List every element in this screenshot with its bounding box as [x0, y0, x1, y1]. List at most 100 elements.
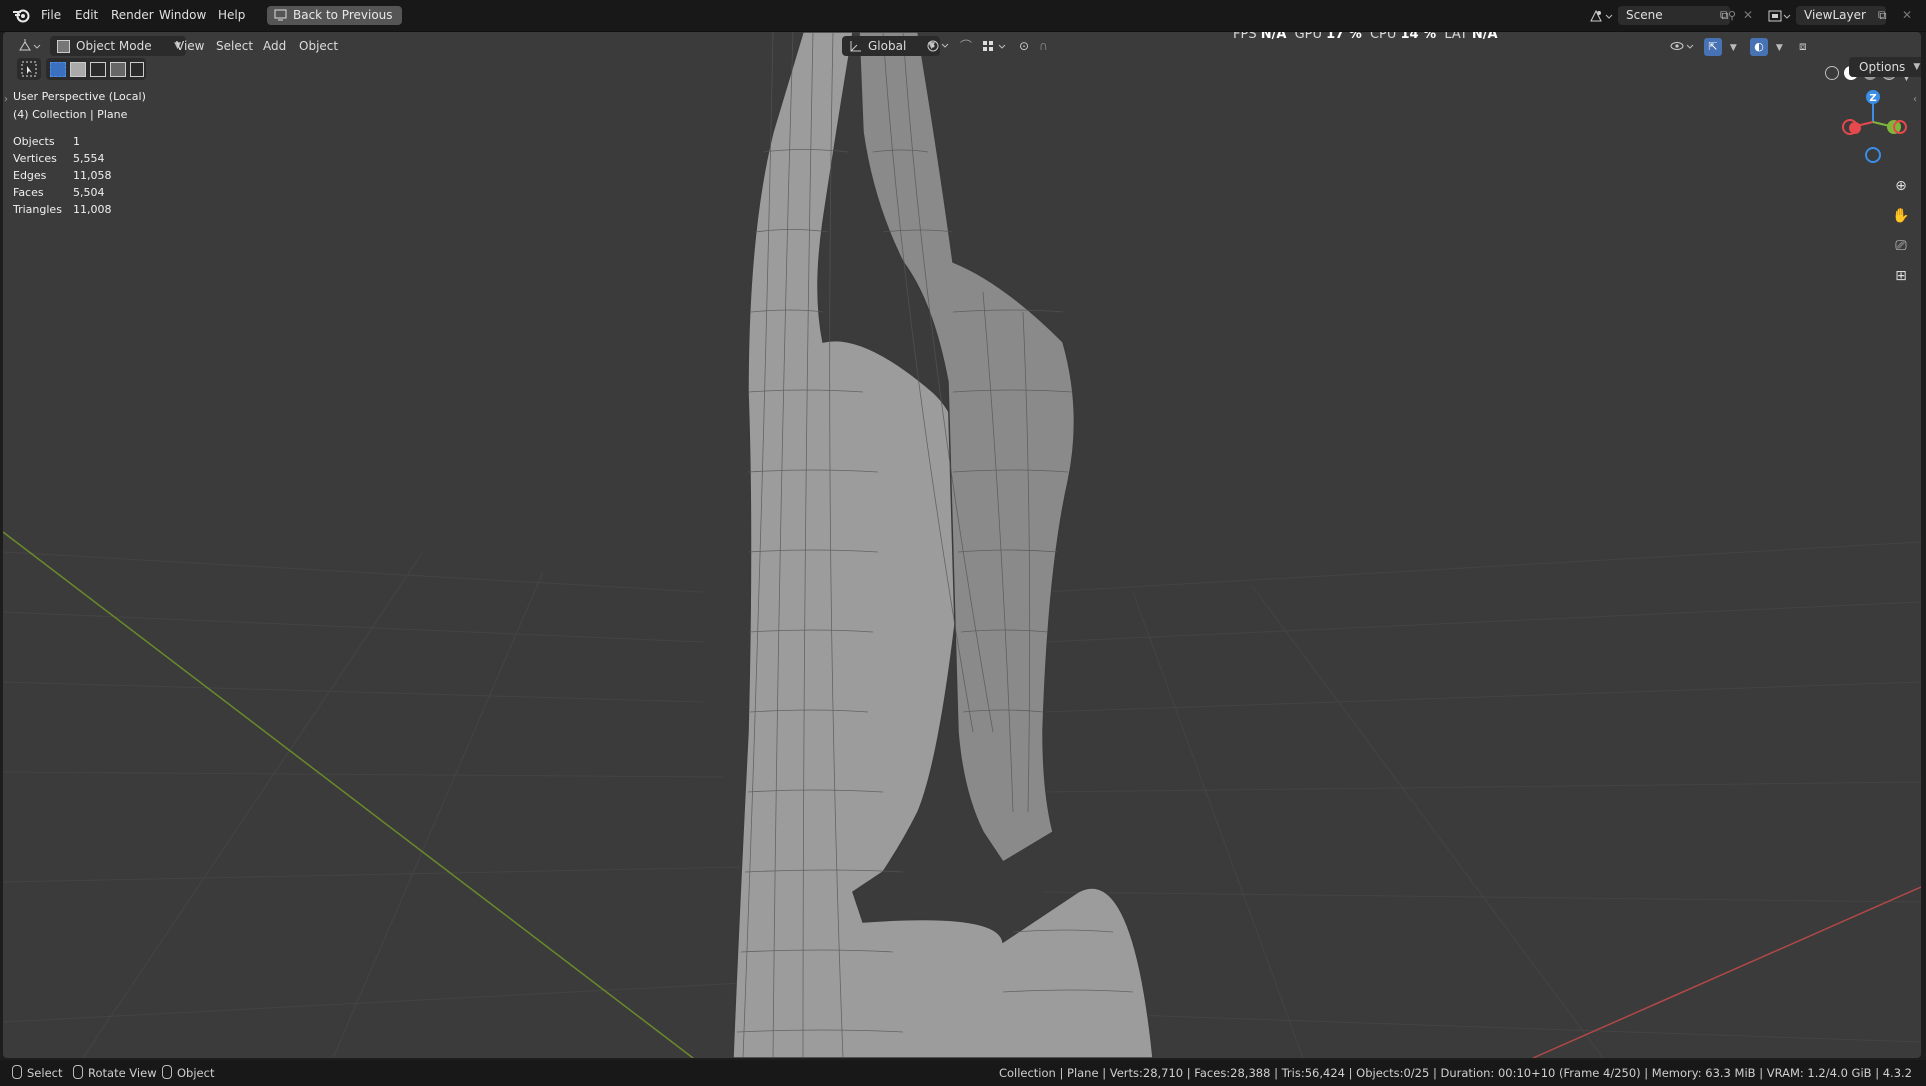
toolbar-toggle-icon[interactable]: › — [4, 94, 8, 105]
menu-edit[interactable]: Edit — [71, 6, 102, 25]
y-axis-line — [3, 531, 694, 1058]
object-mode-icon — [57, 40, 70, 53]
view-name: User Perspective (Local) — [13, 90, 146, 103]
menu-object[interactable]: Object — [295, 36, 342, 56]
3d-view-icon — [19, 39, 41, 51]
back-to-previous-button[interactable]: Back to Previous — [267, 6, 402, 25]
wireframe-shading-icon[interactable] — [1825, 66, 1839, 80]
viewlayer-name-field[interactable]: ViewLayer — [1796, 6, 1886, 25]
pan-hand-icon[interactable]: ✋ — [1888, 203, 1914, 229]
delete-viewlayer-icon[interactable]: ✕ — [1902, 6, 1912, 25]
perspective-grid-icon[interactable]: ⊞ — [1888, 263, 1914, 289]
xray-toggle-icon[interactable]: ⧈ — [1799, 36, 1807, 56]
viewlayer-icon — [1768, 10, 1791, 22]
status-rotate-label: Rotate View — [88, 1066, 157, 1080]
snap-toggle-icon[interactable]: ⌒ — [960, 36, 972, 56]
stat-label: Vertices — [13, 152, 57, 165]
new-scene-icon[interactable]: ⧉ — [1720, 6, 1729, 25]
overlay-toggle-button[interactable]: ◐ ▼ — [1750, 36, 1788, 56]
gizmo-x-axis — [1849, 122, 1861, 134]
stats-row-edges: Edges 11,058 — [13, 167, 112, 184]
options-label: Options — [1859, 60, 1906, 74]
mouse-middle-icon — [73, 1065, 83, 1079]
sidebar-toggle-icon[interactable]: ‹ — [1913, 94, 1917, 105]
stat-value: 1 — [73, 135, 80, 148]
eye-icon — [1670, 42, 1694, 50]
gizmo-toggle-button[interactable]: ⇱ ▼ — [1704, 36, 1742, 56]
stat-value: 11,008 — [73, 203, 112, 216]
intersect-selection-icon[interactable] — [130, 62, 144, 77]
mouse-left-icon — [12, 1065, 22, 1079]
menu-select[interactable]: Select — [212, 36, 257, 56]
stat-label: Faces — [13, 186, 44, 199]
invert-selection-icon[interactable] — [110, 62, 126, 77]
camera-view-icon[interactable]: ⎚ — [1888, 233, 1914, 259]
navigation-gizmo[interactable]: Z — [1838, 87, 1908, 167]
new-viewlayer-icon[interactable]: ⧉ — [1878, 6, 1887, 25]
pivot-point-button[interactable] — [924, 36, 954, 56]
viewlayer-browse-button[interactable] — [1767, 6, 1795, 25]
3d-viewport[interactable]: Object Mode ▼ View Select Add Object Glo… — [3, 32, 1921, 1058]
stats-row-vertices: Vertices 5,554 — [13, 150, 112, 167]
options-dropdown[interactable]: Options ▼ — [1849, 57, 1921, 77]
scene-browse-button[interactable] — [1588, 6, 1618, 25]
status-select-hint: Select — [12, 1065, 62, 1081]
snap-target-button[interactable] — [980, 36, 1010, 56]
menu-window[interactable]: Window — [155, 6, 210, 25]
menu-render[interactable]: Render — [107, 6, 158, 25]
visibility-button[interactable] — [1669, 36, 1699, 56]
menu-file[interactable]: File — [37, 6, 65, 25]
select-box-tool[interactable] — [17, 58, 41, 80]
zoom-icon[interactable]: ⊕ — [1888, 173, 1914, 199]
lat-value: N/A — [1471, 32, 1498, 42]
stats-row-objects: Objects 1 — [13, 133, 112, 150]
axis-icon — [850, 41, 861, 52]
viewlayer-name-value: ViewLayer — [1804, 8, 1866, 22]
pin-icon[interactable]: ⚲ — [1728, 6, 1736, 25]
stat-label: Edges — [13, 169, 47, 182]
new-selection-icon[interactable] — [50, 62, 66, 77]
falloff-icon[interactable]: ∩ — [1039, 36, 1048, 56]
viewport-scene[interactable] — [3, 32, 1921, 1058]
back-to-previous-label: Back to Previous — [293, 8, 393, 22]
subtract-selection-icon[interactable] — [90, 62, 106, 77]
viewport-header: Object Mode ▼ View Select Add Object Glo… — [3, 32, 1921, 59]
fps-value: N/A — [1260, 32, 1287, 42]
screen-icon — [274, 9, 287, 21]
scene-statistics: Collection | Plane | Verts:28,710 | Face… — [998, 1066, 1912, 1080]
gizmo-z-label: Z — [1869, 93, 1876, 104]
stat-value: 11,058 — [73, 169, 112, 182]
collection-name: (4) Collection | Plane — [13, 108, 128, 121]
cursor-select-icon — [21, 61, 37, 77]
editor-type-button[interactable] — [16, 36, 44, 56]
viewport-info: User Perspective (Local) (4) Collection … — [13, 88, 146, 123]
scene-name-value: Scene — [1626, 8, 1663, 22]
proportional-edit-icon[interactable]: ⊙ — [1019, 36, 1029, 56]
pivot-icon — [927, 40, 949, 52]
grid-snap-icon — [983, 41, 1006, 51]
status-rotate-hint: Rotate View — [73, 1065, 157, 1081]
delete-scene-icon[interactable]: ✕ — [1743, 6, 1753, 25]
chevron-down-icon: ▼ — [1729, 43, 1737, 53]
stat-value: 5,554 — [73, 152, 105, 165]
fps-label: FPS — [1233, 32, 1257, 42]
stat-label: Triangles — [13, 203, 62, 216]
mode-label: Object Mode — [76, 39, 152, 53]
status-object-hint: Object — [162, 1065, 214, 1081]
status-object-label: Object — [177, 1066, 215, 1080]
menu-view[interactable]: View — [172, 36, 208, 56]
extend-selection-icon[interactable] — [70, 62, 86, 77]
x-axis-line — [1532, 886, 1921, 1058]
lat-label: LAT — [1444, 32, 1468, 42]
gpu-label: GPU — [1294, 32, 1322, 42]
blender-logo-icon[interactable] — [12, 7, 30, 23]
scene-icon — [1590, 9, 1613, 22]
gizmo-neg-z-axis — [1865, 147, 1881, 163]
performance-readout: FPS N/A GPU 17 % CPU 14 % LAT N/A — [1233, 32, 1498, 42]
menu-add[interactable]: Add — [259, 36, 290, 56]
scene-name-field[interactable]: Scene ⚲ — [1618, 6, 1736, 25]
mode-dropdown[interactable]: Object Mode ▼ — [50, 36, 186, 56]
menu-help[interactable]: Help — [214, 6, 249, 25]
mouse-right-icon — [162, 1065, 172, 1079]
gpu-value: 17 % — [1326, 32, 1362, 42]
